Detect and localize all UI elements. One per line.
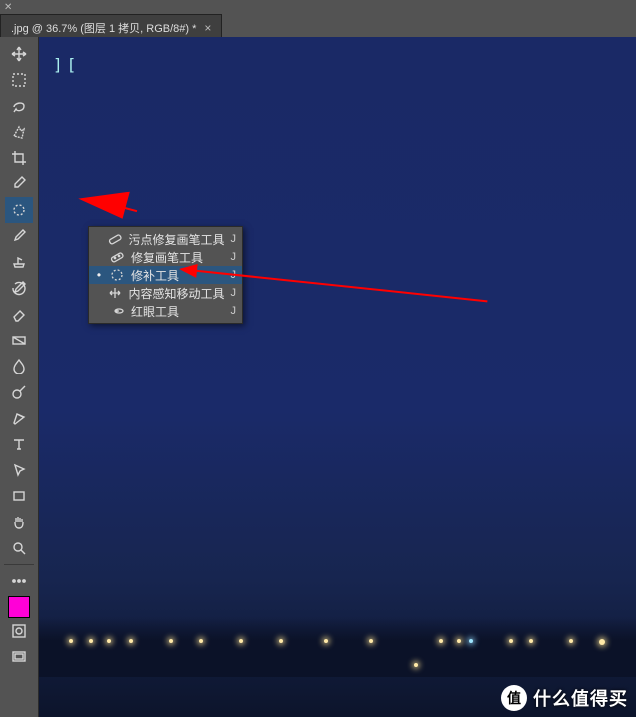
patch-tool[interactable]: • 修补工具 J: [89, 266, 242, 284]
bandage-icon: [109, 249, 125, 265]
rectangle-shape-tool[interactable]: [5, 483, 33, 509]
content-aware-move-tool[interactable]: 内容感知移动工具 J: [89, 284, 242, 302]
pen-tool[interactable]: [5, 405, 33, 431]
gradient-tool[interactable]: [5, 327, 33, 353]
eraser-tool[interactable]: [5, 301, 33, 327]
quick-select-tool[interactable]: [5, 119, 33, 145]
clone-stamp-tool[interactable]: [5, 249, 33, 275]
tools-panel: [0, 37, 39, 717]
crop-tool[interactable]: [5, 145, 33, 171]
patch-icon: [109, 267, 125, 283]
document-tabbar: .jpg @ 36.7% (图层 1 拷贝, RGB/8#) * ×: [0, 0, 636, 37]
document-tab[interactable]: .jpg @ 36.7% (图层 1 拷贝, RGB/8#) * ×: [0, 14, 222, 37]
dodge-tool[interactable]: [5, 379, 33, 405]
watermark-badge: 值: [501, 685, 527, 711]
selected-dot-icon: •: [95, 268, 103, 282]
eye-icon: [109, 303, 125, 319]
path-select-tool[interactable]: [5, 457, 33, 483]
watermark-text: 什么值得买: [533, 685, 628, 711]
image-citylights: [39, 639, 636, 669]
healing-brush-tool[interactable]: [5, 197, 33, 223]
close-icon[interactable]: ×: [204, 22, 211, 34]
type-tool[interactable]: [5, 431, 33, 457]
brush-tool[interactable]: [5, 223, 33, 249]
image-sky: [39, 37, 636, 717]
zoom-tool[interactable]: [5, 535, 33, 561]
eyedropper-tool[interactable]: [5, 171, 33, 197]
blur-tool[interactable]: [5, 353, 33, 379]
healing-brush-tool-item[interactable]: 修复画笔工具 J: [89, 248, 242, 266]
red-eye-tool[interactable]: 红眼工具 J: [89, 302, 242, 320]
healing-tool-flyout: 污点修复画笔工具 J 修复画笔工具 J • 修补工具 J 内容感知移动工具 J …: [88, 226, 243, 324]
document-tab-title: .jpg @ 36.7% (图层 1 拷贝, RGB/8#) *: [11, 20, 196, 36]
edit-toolbar-icon[interactable]: [5, 568, 33, 594]
move-arrows-icon: [108, 285, 122, 301]
canvas-marker: ][: [53, 55, 80, 74]
spot-healing-brush-tool[interactable]: 污点修复画笔工具 J: [89, 230, 242, 248]
toolbar-separator: [4, 564, 34, 565]
bandage-icon: [108, 231, 122, 247]
quickmask-tool[interactable]: [5, 618, 33, 644]
lasso-tool[interactable]: [5, 93, 33, 119]
move-tool[interactable]: [5, 41, 33, 67]
tabbar-close-icon[interactable]: ✕: [4, 2, 12, 13]
watermark: 值 什么值得买: [501, 685, 628, 711]
history-brush-tool[interactable]: [5, 275, 33, 301]
hand-tool[interactable]: [5, 509, 33, 535]
rect-marquee-tool[interactable]: [5, 67, 33, 93]
screenmode-tool[interactable]: [5, 644, 33, 670]
document-canvas[interactable]: ][ 污点修复画笔工具 J 修复画笔工具 J • 修补工具 J: [39, 37, 636, 717]
foreground-color-swatch[interactable]: [8, 596, 30, 618]
